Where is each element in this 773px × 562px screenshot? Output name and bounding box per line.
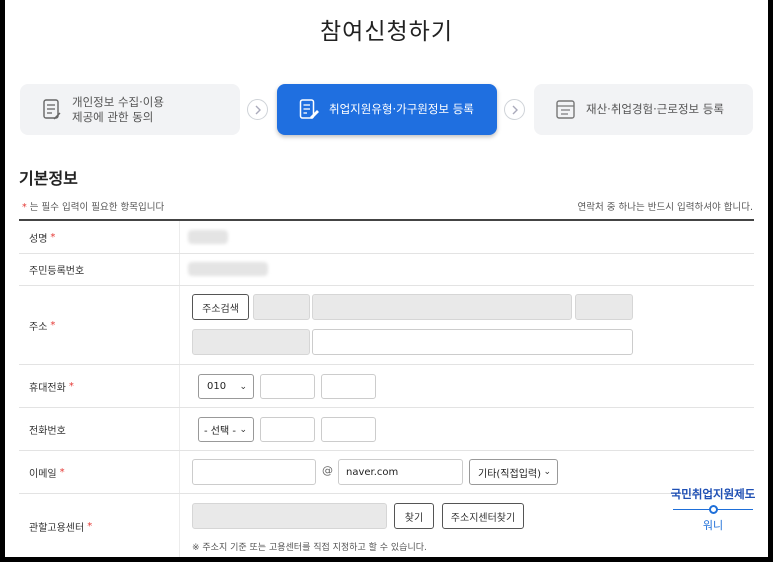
name-label: 성명 * [19,221,180,253]
mobile-label: 휴대전화 * [19,365,180,407]
step-consent[interactable]: 개인정보 수집·이용 제공에 관한 동의 [20,84,240,135]
phone-last-field[interactable] [321,417,376,442]
logo-dot-icon [709,505,718,514]
page-frame: 참여신청하기 개인정보 수집·이용 제공에 관한 동의 취업지원유형·가구원정보… [5,0,768,557]
step-support-type[interactable]: 취업지원유형·가구원정보 등록 [277,84,497,135]
row-phone: 전화번호 - 선택 - ⌄ [19,408,754,451]
logo-divider [673,504,753,516]
mobile-prefix-select[interactable]: 010 ⌄ [198,374,254,399]
page-title: 참여신청하기 [320,19,453,45]
center-hint: ※ 주소지 기준 또는 고용센터를 직접 지정하고 할 수 있습니다. [192,543,427,553]
center-label: 관할고용센터 * [19,494,180,557]
step-assets[interactable]: 재산·취업경험·근로정보 등록 [534,84,753,135]
address-detail-field-1[interactable] [192,329,310,355]
chevron-right-icon [247,99,268,120]
address-extra-field[interactable] [575,294,633,320]
phone-label: 전화번호 [19,408,180,450]
chevron-down-icon: ⌄ [239,424,247,435]
email-domain-field[interactable]: naver.com [338,459,463,485]
document-icon [43,98,61,119]
row-mobile: 휴대전화 * 010 ⌄ [19,365,754,408]
rrn-value-redacted [188,262,268,276]
email-label: 이메일 * [19,451,180,493]
required-note: * 는 필수 입력이 필요한 항목입니다 [19,199,164,213]
name-value-redacted [188,230,228,244]
address-label: 주소 * [19,286,180,364]
email-id-field[interactable] [192,459,316,485]
chevron-down-icon: ⌄ [239,381,247,392]
logo-title: 국민취업지원제도 [670,487,756,501]
center-find-button[interactable]: 찾기 [394,503,434,529]
step-consent-label: 개인정보 수집·이용 제공에 관한 동의 [72,94,164,124]
mobile-middle-field[interactable] [260,374,315,399]
row-address: 주소 * 주소검색 [19,286,754,365]
step-support-type-label: 취업지원유형·가구원정보 등록 [329,102,474,116]
phone-prefix-select[interactable]: - 선택 - ⌄ [198,417,254,442]
mobile-last-field[interactable] [321,374,376,399]
address-detail-field-2[interactable] [312,329,633,355]
email-at-sign: @ [322,464,333,477]
section-title: 기본정보 [19,169,78,188]
phone-middle-field[interactable] [260,417,315,442]
chevron-right-icon [504,99,525,120]
logo-subtitle: 워니 [702,519,724,532]
edit-document-icon [299,98,319,119]
row-rrn: 주민등록번호 [19,254,754,286]
row-name: 성명 * [19,221,754,254]
basic-info-table: 성명 * 주민등록번호 주소 * 주소검색 휴대전화 * 010 ⌄ 전화번호 … [19,219,754,557]
step-assets-label: 재산·취업경험·근로정보 등록 [586,102,724,116]
zipcode-field[interactable] [253,294,310,320]
row-email: 이메일 * @ naver.com 기타(직접입력) ⌄ [19,451,754,494]
email-domain-select[interactable]: 기타(직접입력) ⌄ [469,459,558,485]
chevron-down-icon: ⌄ [543,467,551,477]
address-search-button[interactable]: 주소검색 [192,294,249,320]
program-logo: 국민취업지원제도 워니 [665,486,761,533]
contact-note: 연락처 중 하나는 반드시 입력하셔야 합니다. [577,202,753,213]
required-note-text: 는 필수 입력이 필요한 항목입니다 [26,202,165,213]
center-address-button[interactable]: 주소지센터찾기 [442,503,524,529]
rrn-label: 주민등록번호 [19,254,180,285]
browser-window-icon [556,99,575,119]
center-field[interactable] [192,503,387,529]
row-center: 관할고용센터 * 찾기 주소지센터찾기 ※ 주소지 기준 또는 고용센터를 직접 … [19,494,754,557]
road-address-field[interactable] [312,294,572,320]
